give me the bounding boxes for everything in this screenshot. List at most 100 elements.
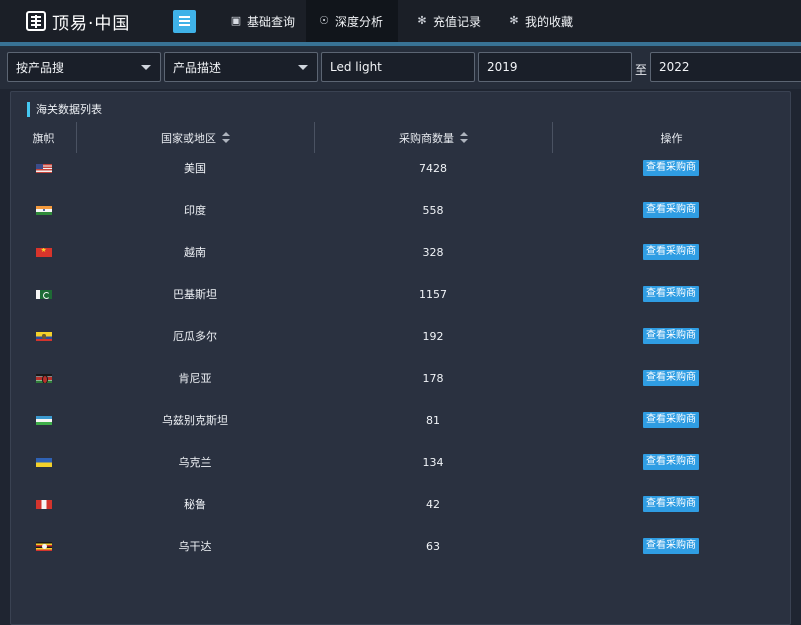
buyers-count-cell: 63 [426,539,440,553]
logo-text: 顶易·中国 [52,13,131,34]
view-buyers-button[interactable]: 查看采购商 [643,370,699,386]
chevron-down-icon [141,65,151,70]
keyword-value: Led light [330,60,382,74]
country-cell: 巴基斯坦 [173,288,217,301]
action-cell: 查看采购商 [552,399,790,441]
year-to-input[interactable]: 2022 [650,52,801,82]
keyword-input[interactable]: Led light [321,52,475,82]
country-cell: 厄瓜多尔 [173,330,217,343]
sort-icon[interactable] [460,131,468,144]
search-type-select[interactable]: 按产品搜 [7,52,161,82]
buyers-count-cell: 558 [422,203,444,217]
flag-icon-uz [35,415,52,425]
table-row: 巴基斯坦 1157 查看采购商 [11,273,790,315]
country-cell: 乌兹别克斯坦 [162,414,228,427]
panel-title-text: 海关数据列表 [36,103,102,116]
logo[interactable]: 顶易·中国 [26,9,131,34]
view-buyers-button[interactable]: 查看采购商 [643,454,699,470]
table-row: 印度 558 查看采购商 [11,189,790,231]
flag-cell [11,441,76,483]
country-cell: 肯尼亚 [178,372,212,385]
table-row: 秘鲁 42 查看采购商 [11,483,790,525]
table-row: 乌克兰 134 查看采购商 [11,441,790,483]
view-buyers-button[interactable]: 查看采购商 [643,286,699,302]
nav-tab-basic-query[interactable]: ▣ 基础查询 [218,0,307,42]
buyers-count-cell: 42 [426,497,440,511]
sort-icon[interactable] [222,131,230,144]
field-type-select[interactable]: 产品描述 [164,52,318,82]
column-header-label: 国家或地区 [161,131,216,145]
nav-tab-label: 我的收藏 [525,14,574,29]
view-buyers-button[interactable]: 查看采购商 [643,160,699,176]
flag-cell [11,399,76,441]
table-row: 肯尼亚 178 查看采购商 [11,357,790,399]
top-navbar: 顶易·中国 ▣ 基础查询 ☉ 深度分析 ✻ 充值记录 ✻ 我的收藏 [0,0,801,42]
flag-icon-ug [35,541,52,551]
country-cell: 越南 [184,246,206,259]
gear-icon: ✻ [417,14,427,27]
gear-icon: ✻ [509,14,519,27]
column-header-label: 采购商数量 [399,131,454,145]
action-cell: 查看采购商 [552,483,790,525]
buyers-count-cell: 134 [422,455,444,469]
nav-tab-deep-analysis[interactable]: ☉ 深度分析 [306,0,398,42]
flag-icon-ua [35,457,52,467]
search-type-value: 按产品搜 [16,60,65,75]
view-buyers-button[interactable]: 查看采购商 [643,202,699,218]
action-cell: 查看采购商 [552,357,790,399]
flag-cell [11,231,76,273]
buyers-count-cell: 7428 [419,161,447,175]
table-row: 越南 328 查看采购商 [11,231,790,273]
buyers-count-cell: 192 [422,329,444,343]
flag-icon-ke [35,373,52,383]
flag-cell [11,357,76,399]
year-from-input[interactable]: 2019 [478,52,632,82]
year-to-value: 2022 [659,60,690,74]
country-cell: 乌克兰 [178,456,212,469]
action-cell: 查看采购商 [552,315,790,357]
clipboard-icon: ▣ [230,14,242,27]
buyers-count-cell: 178 [422,371,444,385]
chevron-down-icon [298,65,308,70]
flag-icon-pe [35,499,52,509]
column-header-label: 旗帜 [32,131,55,145]
nav-tab-label: 基础查询 [247,14,296,29]
country-cell: 乌干达 [178,540,212,553]
action-cell: 查看采购商 [552,231,790,273]
year-from-value: 2019 [487,60,518,74]
action-cell: 查看采购商 [552,189,790,231]
country-cell: 印度 [184,204,206,217]
nav-tab-recharge-records[interactable]: ✻ 充值记录 [404,0,493,42]
action-cell: 查看采购商 [552,147,790,189]
view-buyers-button[interactable]: 查看采购商 [643,538,699,554]
table-row: 乌干达 63 查看采购商 [11,525,790,567]
column-header-label: 操作 [660,131,683,145]
nav-tab-favorites[interactable]: ✻ 我的收藏 [496,0,585,42]
action-cell: 查看采购商 [552,441,790,483]
buyers-count-cell: 328 [422,245,444,259]
panel-title: 海关数据列表 [27,101,102,117]
flag-cell [11,273,76,315]
search-bar: 按产品搜 产品描述 Led light 2019 至 2022 [0,49,801,89]
flag-cell [11,147,76,189]
users-icon: ☉ [319,14,329,27]
view-buyers-button[interactable]: 查看采购商 [643,328,699,344]
customs-data-panel: 海关数据列表 旗帜 国家或地区 采购商数量 操作 美国 7428 查看采购商 印度 55… [10,91,791,625]
flag-icon-us [35,163,52,173]
buyers-count-cell: 1157 [419,287,447,301]
flag-cell [11,483,76,525]
menu-toggle-button[interactable] [173,10,196,33]
flag-icon-in [35,205,52,215]
title-accent-bar [27,101,30,117]
view-buyers-button[interactable]: 查看采购商 [643,244,699,260]
view-buyers-button[interactable]: 查看采购商 [643,412,699,428]
country-cell: 秘鲁 [184,498,206,511]
field-type-value: 产品描述 [173,60,222,75]
flag-icon-vn [35,247,52,257]
logo-icon [26,11,46,31]
flag-icon-pk [35,289,52,299]
flag-cell [11,189,76,231]
flag-icon-ec [35,331,52,341]
view-buyers-button[interactable]: 查看采购商 [643,496,699,512]
country-cell: 美国 [184,162,206,175]
